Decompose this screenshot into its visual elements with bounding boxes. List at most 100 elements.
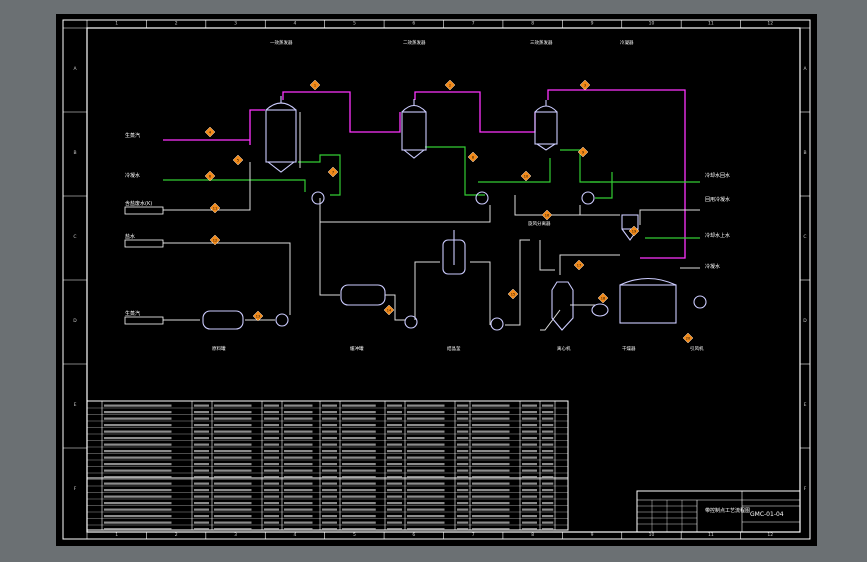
table-cell-text xyxy=(322,450,337,453)
column-marker: 9 xyxy=(591,21,594,27)
column-marker: 11 xyxy=(708,21,714,27)
table-cell-text xyxy=(284,463,313,466)
table-cell-text xyxy=(264,528,279,531)
table-cell-text xyxy=(457,437,469,440)
table-cell-text xyxy=(284,450,313,453)
stream-in-4: 盐水 xyxy=(125,233,135,240)
table-cell-text xyxy=(542,495,554,498)
stream-in-5: 生蒸汽 xyxy=(125,310,140,317)
table-cell-text xyxy=(522,476,537,479)
instrument-tag-label: 12 xyxy=(213,239,217,243)
table-cell-text xyxy=(457,502,469,505)
table-cell-text xyxy=(387,424,402,427)
table-cell-text xyxy=(407,463,445,466)
table-cell-text xyxy=(214,450,252,453)
table-cell-text xyxy=(322,437,337,440)
table-cell-text xyxy=(342,502,376,505)
table-cell-text xyxy=(104,515,172,518)
table-cell-text xyxy=(284,528,313,531)
table-cell-text xyxy=(407,411,445,414)
table-cell-text xyxy=(284,515,313,518)
table-cell-text xyxy=(322,521,337,524)
table-cell-text xyxy=(104,528,172,531)
table-cell-text xyxy=(542,404,554,407)
instrument-tag-label: 2 xyxy=(449,84,451,88)
table-cell-text xyxy=(194,521,209,524)
table-cell-text xyxy=(104,404,172,407)
instrument-tag-label: 15 xyxy=(511,293,515,297)
cad-viewport[interactable]: 1 1 2 2 3 3 4 4 5 5 6 6 7 7 8 8 9 9 10 10 11 11 12 12 AABBCCDDE… xyxy=(0,0,867,562)
table-cell-text xyxy=(542,521,554,524)
table-cell-text xyxy=(542,443,554,446)
table-cell-text xyxy=(522,404,537,407)
table-cell-text xyxy=(542,515,554,518)
table-cell-text xyxy=(387,430,402,433)
column-marker: 3 xyxy=(234,21,237,27)
table-cell-text xyxy=(407,521,445,524)
table-cell-text xyxy=(472,476,510,479)
table-cell-text xyxy=(407,502,445,505)
table-cell-text xyxy=(284,476,313,479)
table-cell-text xyxy=(457,508,469,511)
table-cell-text xyxy=(264,521,279,524)
table-cell-text xyxy=(104,508,172,511)
table-cell-text xyxy=(214,456,252,459)
stream-out-5: 冷凝水 xyxy=(705,263,720,270)
table-cell-text xyxy=(104,430,172,433)
table-cell-text xyxy=(264,495,279,498)
table-cell-text xyxy=(104,469,172,472)
column-marker: 10 xyxy=(649,532,655,538)
row-marker: D xyxy=(73,318,77,324)
stream-out-4: 冷却水上水 xyxy=(705,232,730,239)
table-cell-text xyxy=(104,417,172,420)
equipment-name-9: 干燥器 xyxy=(622,345,636,352)
table-cell-text xyxy=(472,450,510,453)
table-cell-text xyxy=(214,508,252,511)
instrument-tag-label: 19 xyxy=(632,230,636,234)
table-cell-text xyxy=(322,463,337,466)
table-cell-text xyxy=(214,489,252,492)
table-cell-text xyxy=(387,411,402,414)
table-cell-text xyxy=(542,528,554,531)
table-cell-text xyxy=(407,515,445,518)
equipment-name-7: 结晶釜 xyxy=(447,345,461,352)
table-cell-text xyxy=(457,424,469,427)
table-cell-text xyxy=(542,424,554,427)
table-cell-text xyxy=(457,515,469,518)
table-cell-text xyxy=(322,482,337,485)
row-marker: C xyxy=(803,234,806,240)
table-cell-text xyxy=(264,443,279,446)
table-cell-text xyxy=(104,463,172,466)
table-cell-text xyxy=(472,463,510,466)
instrument-tag-label: 7 xyxy=(332,171,334,175)
table-cell-text xyxy=(284,469,313,472)
table-cell-text xyxy=(522,528,537,531)
table-cell-text xyxy=(387,482,402,485)
table-cell-text xyxy=(407,443,445,446)
table-cell-text xyxy=(407,417,445,420)
table-cell-text xyxy=(284,404,313,407)
table-cell-text xyxy=(264,417,279,420)
table-cell-text xyxy=(322,528,337,531)
table-cell-text xyxy=(104,456,172,459)
table-cell-text xyxy=(472,456,510,459)
table-cell-text xyxy=(322,502,337,505)
column-marker: 5 xyxy=(353,532,356,538)
table-cell-text xyxy=(264,515,279,518)
table-cell-text xyxy=(542,463,554,466)
table-cell-text xyxy=(522,489,537,492)
table-cell-text xyxy=(387,476,402,479)
equipment-name-10: 旋风分离器 xyxy=(528,220,551,227)
table-cell-text xyxy=(457,521,469,524)
row-marker: B xyxy=(73,150,76,156)
table-cell-text xyxy=(284,443,313,446)
table-cell-text xyxy=(407,495,445,498)
table-cell-text xyxy=(472,424,510,427)
table-cell-text xyxy=(214,443,252,446)
table-cell-text xyxy=(472,508,510,511)
table-cell-text xyxy=(322,515,337,518)
table-cell-text xyxy=(542,502,554,505)
table-cell-text xyxy=(194,502,209,505)
table-cell-text xyxy=(214,424,252,427)
table-cell-text xyxy=(407,489,445,492)
